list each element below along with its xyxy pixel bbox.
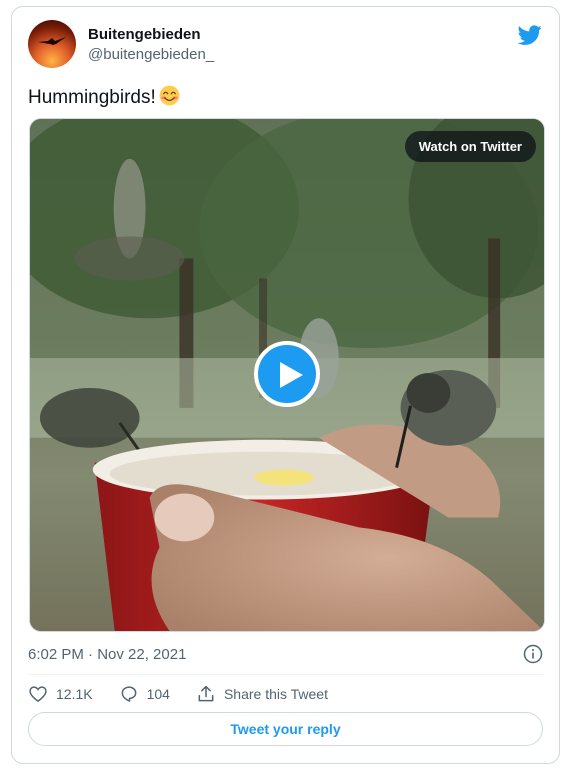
tweet-card: Buitengebieden @buitengebieden_ Hummingb…: [11, 6, 560, 764]
reply-bubble-icon: [121, 686, 137, 702]
info-icon[interactable]: [523, 644, 543, 664]
video-thumbnail[interactable]: Watch on Twitter: [29, 118, 545, 632]
share-button[interactable]: Share this Tweet: [196, 684, 328, 704]
divider: [28, 674, 543, 675]
heart-icon: [29, 686, 47, 703]
reply-count-button[interactable]: 104: [119, 684, 170, 704]
reply-count: 104: [146, 686, 170, 702]
smiling-face-emoji-icon: [159, 85, 180, 106]
tweet-your-reply-button[interactable]: Tweet your reply: [28, 712, 543, 746]
twitter-bird-icon[interactable]: [518, 23, 542, 47]
play-icon: [280, 362, 303, 388]
like-button[interactable]: 12.1K: [28, 684, 93, 704]
tweet-body: Hummingbirds!: [28, 87, 156, 108]
avatar[interactable]: [28, 20, 76, 68]
play-button[interactable]: [254, 341, 320, 407]
watch-on-twitter-button[interactable]: Watch on Twitter: [404, 131, 536, 162]
tweet-actions: 12.1K 104 Share this Tweet: [28, 683, 354, 705]
share-label: Share this Tweet: [223, 686, 328, 702]
like-count: 12.1K: [56, 686, 93, 702]
tweet-text: Hummingbirds!: [28, 85, 180, 110]
tweet-timestamp[interactable]: 6:02 PM · Nov 22, 2021: [28, 646, 186, 663]
user-name[interactable]: Buitengebieden: [88, 26, 201, 43]
user-handle[interactable]: @buitengebieden_: [88, 46, 214, 63]
share-icon: [198, 685, 214, 702]
